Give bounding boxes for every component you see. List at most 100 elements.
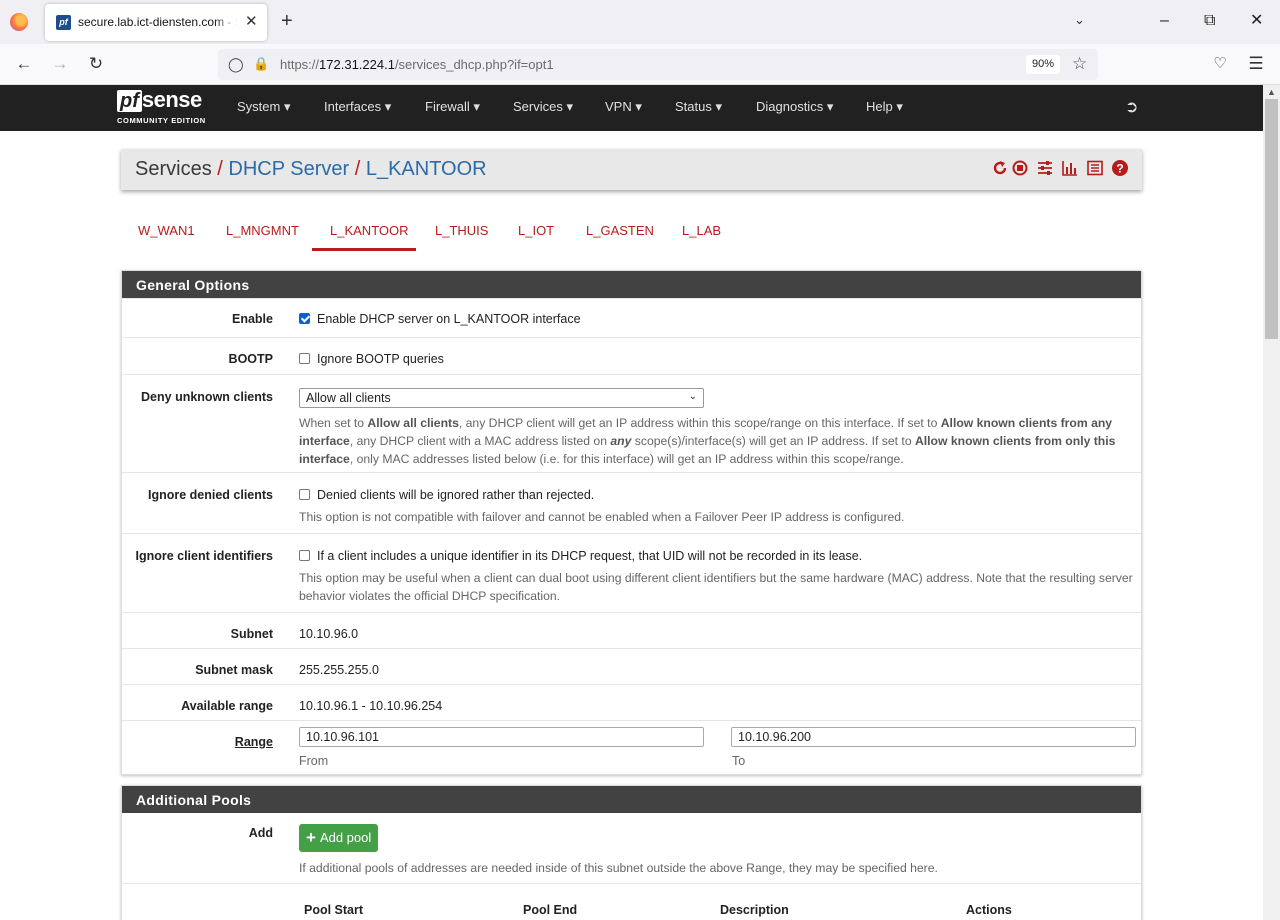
shield-icon[interactable]: ◯: [228, 56, 244, 73]
tab-l-kantoor[interactable]: L_KANTOOR: [330, 223, 409, 238]
ignore-uid-checkbox[interactable]: If a client includes a unique identifier…: [299, 549, 862, 563]
range-label: Range: [234, 735, 273, 749]
column-pool-end: Pool End: [523, 903, 578, 917]
enable-label: Enable: [232, 312, 273, 326]
minimize-icon[interactable]: –: [1160, 10, 1169, 32]
menu-icon[interactable]: ☰: [1244, 52, 1268, 76]
deny-unknown-select[interactable]: Allow all clients ⌄: [299, 388, 704, 408]
browser-navbar: ← → ↻ ◯ 🔒 https://172.31.224.1/services_…: [0, 44, 1280, 85]
menu-vpn[interactable]: VPN ▾: [605, 99, 642, 115]
tab-l-thuis[interactable]: L_THUIS: [435, 223, 488, 238]
ignore-denied-help: This option is not compatible with failo…: [299, 510, 905, 524]
tab-l-lab[interactable]: L_LAB: [682, 223, 721, 238]
subnet-mask-row: Subnet mask 255.255.255.0: [122, 648, 1141, 684]
page-scrollbar[interactable]: ▲: [1263, 85, 1280, 920]
url-bar[interactable]: ◯ 🔒 https://172.31.224.1/services_dhcp.p…: [218, 49, 1098, 80]
scroll-up-icon[interactable]: ▲: [1263, 87, 1280, 97]
breadcrumb-dhcp-server[interactable]: DHCP Server: [228, 158, 349, 180]
pocket-icon[interactable]: ♡: [1208, 52, 1232, 76]
close-tab-icon[interactable]: ✕: [245, 13, 258, 31]
subnet-label: Subnet: [230, 627, 273, 641]
pfsense-favicon-icon: pf: [56, 15, 71, 30]
enable-checkbox[interactable]: Enable DHCP server on L_KANTOOR interfac…: [299, 312, 581, 326]
available-range-row: Available range 10.10.96.1 - 10.10.96.25…: [122, 684, 1141, 720]
menu-interfaces[interactable]: Interfaces ▾: [324, 99, 391, 115]
available-range-label: Available range: [181, 699, 273, 713]
browser-tab-strip: pf secure.lab.ict-diensten.com - Service…: [0, 0, 1280, 44]
restart-service-icon[interactable]: [991, 159, 1009, 177]
bootp-checkbox[interactable]: Ignore BOOTP queries: [299, 352, 444, 366]
reload-icon[interactable]: ↻: [84, 52, 108, 76]
menu-help[interactable]: Help ▾: [866, 99, 903, 115]
svg-text:?: ?: [1116, 162, 1123, 176]
pfsense-logo[interactable]: pf sense COMMUNITY EDITION: [117, 89, 217, 127]
tab-l-iot[interactable]: L_IOT: [518, 223, 554, 238]
deny-unknown-label: Deny unknown clients: [141, 390, 273, 404]
deny-unknown-help: When set to Allow all clients, any DHCP …: [299, 416, 1116, 466]
enable-row: Enable Enable DHCP server on L_KANTOOR i…: [122, 298, 1141, 337]
tab-l-mngmnt[interactable]: L_MNGMNT: [226, 223, 299, 238]
ignore-uid-row: Ignore client identifiers If a client in…: [122, 533, 1141, 612]
ignore-denied-checkbox[interactable]: Denied clients will be ignored rather th…: [299, 488, 594, 502]
bootp-label: BOOTP: [228, 352, 273, 366]
active-tab-indicator: [312, 248, 416, 251]
bookmark-star-icon[interactable]: ☆: [1072, 54, 1087, 74]
range-from-input[interactable]: 10.10.96.101: [299, 727, 704, 747]
back-icon[interactable]: ←: [12, 52, 36, 76]
scroll-thumb[interactable]: [1265, 99, 1278, 339]
range-to-label: To: [732, 754, 746, 768]
ignore-uid-help: This option may be useful when a client …: [299, 571, 1133, 603]
subnet-mask-value: 255.255.255.0: [299, 663, 379, 677]
checkbox-icon[interactable]: [299, 489, 310, 500]
range-from-label: From: [299, 754, 329, 768]
add-label: Add: [248, 826, 273, 840]
subnet-value: 10.10.96.0: [299, 627, 359, 641]
menu-system[interactable]: System ▾: [237, 99, 290, 115]
settings-sliders-icon[interactable]: [1036, 159, 1054, 177]
add-pool-button[interactable]: + Add pool: [299, 824, 378, 852]
close-window-icon[interactable]: ✕: [1250, 10, 1263, 32]
ignore-denied-label: Ignore denied clients: [147, 488, 273, 502]
log-list-icon[interactable]: [1086, 159, 1104, 177]
chevron-down-icon: ⌄: [688, 391, 697, 402]
help-icon[interactable]: ?: [1111, 159, 1129, 177]
range-to-input[interactable]: 10.10.96.200: [731, 727, 1136, 747]
subnet-row: Subnet 10.10.96.0: [122, 612, 1141, 648]
menu-status[interactable]: Status ▾: [675, 99, 722, 115]
panel-title: General Options: [122, 271, 1141, 298]
firefox-icon[interactable]: [10, 13, 28, 31]
checkbox-checked-icon[interactable]: [299, 313, 310, 324]
menu-diagnostics[interactable]: Diagnostics ▾: [756, 99, 833, 115]
pfsense-navbar: pf sense COMMUNITY EDITION System ▾ Inter…: [0, 85, 1263, 131]
range-row: Range 10.10.96.101 From 10.10.96.200 To: [122, 720, 1141, 775]
url-text[interactable]: https://172.31.224.1/services_dhcp.php?i…: [280, 57, 554, 72]
breadcrumb-root: Services: [135, 158, 212, 180]
plus-icon: +: [306, 828, 316, 847]
lock-icon[interactable]: 🔒: [253, 56, 269, 72]
ignore-denied-row: Ignore denied clients Denied clients wil…: [122, 472, 1141, 533]
checkbox-icon[interactable]: [299, 353, 310, 364]
checkbox-icon[interactable]: [299, 550, 310, 561]
additional-pools-panel: Additional Pools Add + Add pool If additi…: [121, 785, 1142, 920]
deny-unknown-row: Deny unknown clients Allow all clients ⌄ …: [122, 374, 1141, 472]
menu-services[interactable]: Services ▾: [513, 99, 573, 115]
zoom-indicator[interactable]: 90%: [1026, 55, 1060, 74]
browser-tab[interactable]: pf secure.lab.ict-diensten.com - Service…: [45, 4, 267, 41]
breadcrumb-current[interactable]: L_KANTOOR: [366, 158, 487, 180]
add-pool-help: If additional pools of addresses are nee…: [299, 861, 938, 875]
tab-title: secure.lab.ict-diensten.com - Services: …: [78, 15, 238, 29]
status-graph-icon[interactable]: [1061, 159, 1079, 177]
logout-icon[interactable]: ➲: [1125, 97, 1138, 117]
restore-icon[interactable]: ⧉: [1204, 10, 1215, 32]
list-tabs-icon[interactable]: ⌄: [1074, 12, 1085, 28]
stop-service-icon[interactable]: [1011, 159, 1029, 177]
bootp-row: BOOTP Ignore BOOTP queries: [122, 337, 1141, 374]
breadcrumb: Services / DHCP Server / L_KANTOOR ?: [121, 149, 1142, 190]
forward-icon[interactable]: →: [48, 52, 72, 76]
menu-firewall[interactable]: Firewall ▾: [425, 99, 480, 115]
tab-w-wan1[interactable]: W_WAN1: [138, 223, 195, 238]
tab-l-gasten[interactable]: L_GASTEN: [586, 223, 654, 238]
new-tab-icon[interactable]: +: [281, 10, 293, 32]
available-range-value: 10.10.96.1 - 10.10.96.254: [299, 699, 443, 713]
panel-title: Additional Pools: [122, 786, 1141, 813]
